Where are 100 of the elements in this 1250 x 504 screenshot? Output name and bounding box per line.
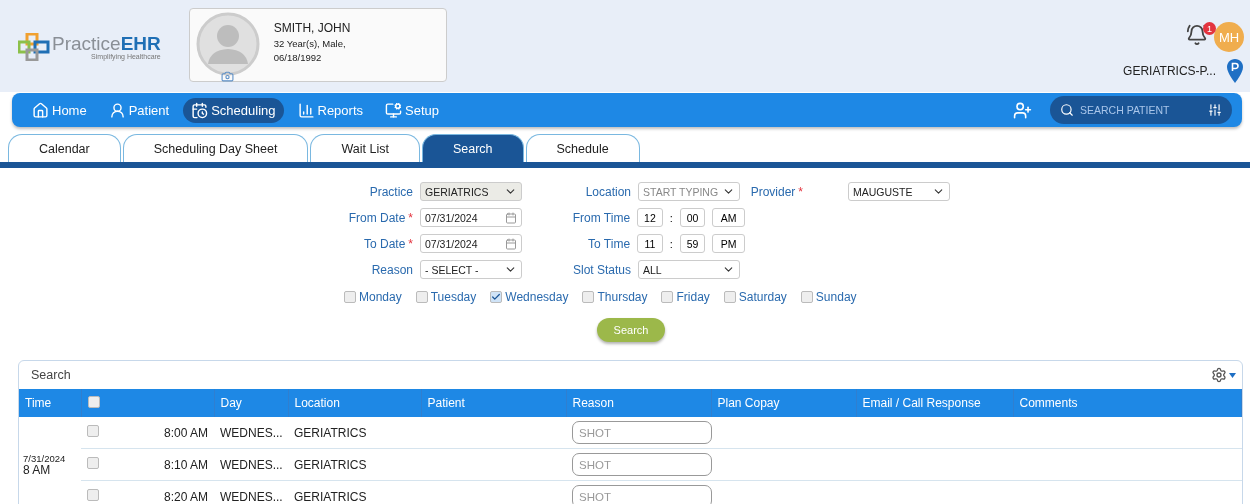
tab[interactable]: Search bbox=[421, 134, 524, 162]
tab[interactable]: Calendar bbox=[8, 134, 121, 162]
user-icon bbox=[108, 101, 126, 119]
select-field[interactable]: - SELECT - bbox=[420, 260, 522, 279]
dropdown-caret-icon[interactable] bbox=[1229, 372, 1236, 378]
patient-age-sex: 32 Year(s), Male, bbox=[273, 38, 347, 49]
select-field[interactable]: ALL bbox=[638, 260, 740, 279]
column-header[interactable]: Comments bbox=[1013, 389, 1242, 417]
monitor-gear-icon bbox=[385, 101, 403, 119]
minute-field[interactable]: 00 bbox=[679, 208, 706, 227]
checkbox[interactable] bbox=[87, 489, 99, 501]
search-icon bbox=[1060, 103, 1074, 117]
checkbox[interactable] bbox=[723, 291, 736, 303]
calendar-icon[interactable] bbox=[505, 237, 517, 250]
time-separator: : bbox=[669, 237, 673, 250]
checkbox[interactable] bbox=[582, 291, 595, 303]
field-label: Reason bbox=[371, 262, 413, 277]
checkbox[interactable] bbox=[87, 395, 100, 408]
period-field[interactable]: AM bbox=[712, 208, 745, 227]
field-label: From Date bbox=[348, 210, 406, 225]
reason-field[interactable]: SHOT bbox=[572, 485, 712, 504]
hour-field[interactable]: 11 bbox=[637, 234, 663, 253]
notification-count: 1 bbox=[1203, 22, 1216, 35]
field-label: Provider bbox=[750, 184, 796, 199]
logo-wordmark: PracticeEHR bbox=[52, 34, 161, 53]
date-field[interactable]: 07/31/2024 bbox=[420, 208, 522, 227]
field-label: To Date bbox=[363, 236, 406, 251]
checkbox[interactable] bbox=[490, 291, 503, 303]
nav-item[interactable]: Scheduling bbox=[183, 97, 284, 123]
tab[interactable]: Scheduling Day Sheet bbox=[122, 134, 309, 162]
tab[interactable]: Schedule bbox=[525, 134, 640, 162]
day-label: Monday bbox=[359, 290, 402, 304]
calendar-clock-icon bbox=[191, 101, 209, 119]
day-label: Tuesday bbox=[430, 290, 477, 304]
add-user-icon[interactable] bbox=[1013, 100, 1032, 120]
calendar-icon[interactable] bbox=[505, 211, 517, 224]
checkbox[interactable] bbox=[87, 425, 99, 437]
table-cell: 8:10 AM bbox=[121, 448, 214, 481]
date-field[interactable]: 07/31/2024 bbox=[420, 234, 522, 253]
day-label: Saturday bbox=[738, 290, 787, 304]
tab[interactable]: Wait List bbox=[310, 134, 420, 162]
table-cell: WEDNES... bbox=[214, 448, 288, 481]
avatar-silhouette-icon bbox=[195, 12, 260, 76]
bar-chart-icon bbox=[297, 101, 315, 119]
select-field[interactable]: MAUGUSTE bbox=[848, 182, 950, 201]
logo-icon bbox=[18, 33, 50, 61]
checkbox[interactable] bbox=[344, 291, 356, 303]
table-cell: GERIATRICS bbox=[288, 480, 421, 504]
reason-field[interactable]: SHOT bbox=[572, 421, 712, 444]
settings-icon[interactable] bbox=[1211, 367, 1227, 383]
day-label: Sunday bbox=[815, 290, 857, 304]
minute-field[interactable]: 59 bbox=[679, 234, 706, 253]
select-field[interactable]: START TYPING bbox=[638, 182, 740, 201]
table-cell: WEDNES... bbox=[214, 480, 288, 504]
table-cell: WEDNES... bbox=[214, 417, 288, 449]
field-label: To Time bbox=[588, 236, 631, 251]
column-header[interactable]: Email / Call Response bbox=[856, 389, 1013, 417]
patient-dob: 06/18/1992 bbox=[273, 52, 323, 63]
column-header[interactable]: Time bbox=[19, 389, 81, 417]
field-label: Slot Status bbox=[572, 262, 631, 277]
table-cell: 8:20 AM bbox=[121, 480, 214, 504]
column-header[interactable]: Patient bbox=[421, 389, 566, 417]
checkbox[interactable] bbox=[87, 457, 99, 469]
column-header[interactable]: Location bbox=[288, 389, 421, 417]
bell-icon[interactable] bbox=[1186, 24, 1208, 46]
required-mark: * bbox=[798, 184, 803, 199]
checkbox[interactable] bbox=[415, 291, 428, 303]
hour-field[interactable]: 12 bbox=[637, 208, 663, 227]
checkbox[interactable] bbox=[661, 291, 674, 303]
slot-hour: 8 AM bbox=[23, 464, 52, 477]
column-header[interactable]: Day bbox=[214, 389, 288, 417]
time-separator: : bbox=[669, 211, 673, 224]
day-label: Thursday bbox=[597, 290, 648, 304]
checkbox[interactable] bbox=[800, 291, 813, 303]
nav-item[interactable]: Setup bbox=[377, 97, 447, 123]
facility-name[interactable]: GERIATRICS-P... bbox=[1123, 64, 1216, 78]
table-cell: GERIATRICS bbox=[288, 448, 421, 481]
required-mark: * bbox=[408, 210, 413, 225]
slot-date: 7/31/2024 bbox=[23, 453, 67, 465]
filter-sliders-icon[interactable] bbox=[1208, 103, 1222, 117]
field-label: From Time bbox=[572, 210, 631, 225]
day-label: Friday bbox=[676, 290, 710, 304]
nav-item[interactable]: Patient bbox=[100, 97, 178, 123]
reason-field[interactable]: SHOT bbox=[572, 453, 712, 476]
column-header[interactable]: Reason bbox=[566, 389, 711, 417]
panel-title: Search bbox=[31, 368, 71, 382]
period-field[interactable]: PM bbox=[712, 234, 745, 253]
table-cell: 8:00 AM bbox=[121, 417, 214, 449]
house-icon bbox=[32, 101, 49, 119]
check-icon bbox=[491, 292, 502, 302]
patient-name: SMITH, JOHN bbox=[273, 21, 351, 35]
nav-item[interactable]: Reports bbox=[289, 97, 372, 123]
search-patient-field[interactable]: SEARCH PATIENT bbox=[1050, 96, 1232, 124]
column-header[interactable]: Plan Copay bbox=[711, 389, 856, 417]
location-pin-icon[interactable] bbox=[1226, 58, 1244, 84]
field-label: Location bbox=[585, 184, 631, 199]
field-label: Practice bbox=[369, 184, 413, 199]
required-mark: * bbox=[408, 236, 413, 251]
nav-item[interactable]: Home bbox=[24, 97, 95, 123]
camera-icon[interactable] bbox=[220, 70, 234, 83]
